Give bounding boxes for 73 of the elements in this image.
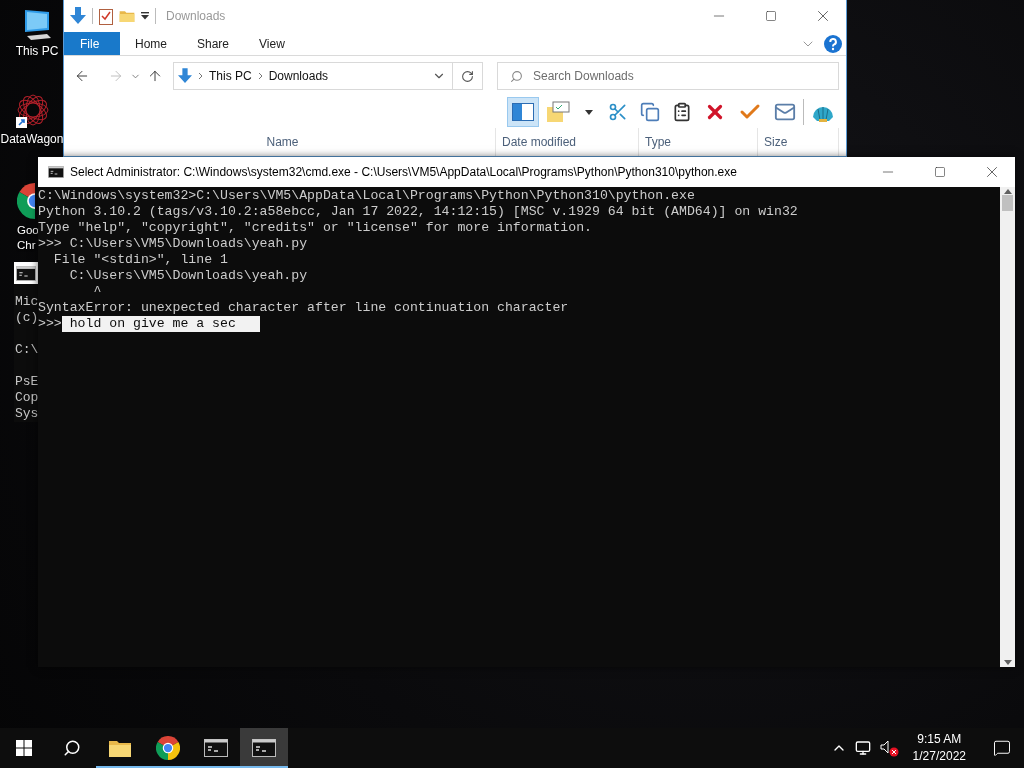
scissors-icon xyxy=(608,102,628,122)
column-header[interactable]: Name xyxy=(64,128,496,156)
column-header[interactable]: Date modified xyxy=(496,128,639,156)
properties-icon[interactable] xyxy=(99,7,113,25)
download-arrow-icon xyxy=(70,7,86,25)
ribbon-tab[interactable]: Home xyxy=(120,32,182,55)
console-line: ^ xyxy=(92,284,102,300)
clipboard-icon xyxy=(672,102,692,122)
scrollbar-thumb[interactable] xyxy=(1002,195,1013,211)
console-line: C:\ xyxy=(14,342,39,358)
maximize-icon[interactable] xyxy=(765,10,777,22)
windows-logo-icon[interactable] xyxy=(16,740,32,756)
console-line: >>> C:\Users\VM5\Downloads\yeah.py xyxy=(38,236,308,252)
copy-icon xyxy=(640,102,660,122)
console-line: Type "help", "copyright", "credits" or "license" for more information. xyxy=(38,220,592,236)
network-icon[interactable] xyxy=(854,740,871,756)
column-header[interactable]: Type xyxy=(639,128,758,156)
console-line: Cop xyxy=(14,390,39,406)
console-line: SyntaxError: unexpected character after line continuation character xyxy=(38,300,569,316)
console-line: File "<stdin>", line 1 xyxy=(52,252,228,268)
selected-text: hold on give me a sec xyxy=(61,316,260,332)
taskbar-app[interactable] xyxy=(240,728,288,768)
caret-icon xyxy=(585,109,593,115)
ribbon-tab[interactable]: View xyxy=(244,32,300,55)
console-line: PsE xyxy=(14,374,39,390)
envelope-icon xyxy=(774,101,796,123)
refresh-icon xyxy=(461,69,474,83)
maximize-icon[interactable] xyxy=(934,166,946,178)
folder-icon[interactable] xyxy=(108,738,132,758)
console-line: Sys xyxy=(14,406,39,422)
console-prompt: >>> xyxy=(38,316,62,332)
download-arrow-icon xyxy=(178,68,192,84)
chrome-icon[interactable] xyxy=(156,736,180,760)
datawagon-icon[interactable] xyxy=(14,94,50,130)
console-line: (c) xyxy=(14,310,39,325)
search-field[interactable]: Search Downloads xyxy=(497,62,839,90)
icon-label: Chr xyxy=(17,238,36,253)
console-line: C:\Users\VM5\Downloads\yeah.py xyxy=(68,268,308,284)
terminal-icon xyxy=(16,265,36,281)
breadcrumb[interactable]: Downloads xyxy=(268,69,329,83)
folder-check-icon xyxy=(546,101,570,123)
up-icon[interactable] xyxy=(147,68,163,84)
preview-pane-icon xyxy=(512,103,534,121)
clock[interactable]: 9:15 AM 1/27/2022 xyxy=(906,731,972,765)
console-line: C:\Windows\system32>C:\Users\VM5\AppData\Local\Programs\Python\Python310\python.exe xyxy=(38,188,695,204)
ribbon-tab[interactable]: Share xyxy=(182,32,245,55)
icon-label: DataWagon xyxy=(0,132,64,147)
search-icon[interactable] xyxy=(63,739,81,757)
search-placeholder: Search Downloads xyxy=(533,69,634,83)
notifications-icon[interactable] xyxy=(993,739,1011,757)
search-icon xyxy=(510,69,523,83)
console-line: Mic xyxy=(14,294,39,310)
scroll-down-icon[interactable] xyxy=(1003,660,1012,665)
console-line: Python 3.10.2 (tags/v3.10.2:a58ebcc, Jan 17 2022, 14:12:15) [MSC v.1929 64 bit (AMD64)] on win32 xyxy=(38,204,798,220)
breadcrumb[interactable]: This PC xyxy=(209,69,252,83)
terminal-icon xyxy=(48,166,64,178)
customize-caret-icon[interactable] xyxy=(141,12,149,20)
back-icon[interactable] xyxy=(74,68,90,84)
icon-label: This PC xyxy=(15,44,59,59)
terminal-icon[interactable] xyxy=(252,739,276,757)
help-icon[interactable] xyxy=(824,34,842,53)
terminal-icon[interactable] xyxy=(204,739,228,757)
window-title: Select Administrator: C:\Windows\system32\cmd.exe - C:\Users\VM5\AppData\Local\Programs\Python\Python310\python.exe xyxy=(70,165,737,179)
file-menu-tab[interactable]: File xyxy=(64,32,120,55)
toolbar-button[interactable] xyxy=(507,97,539,127)
icon-label: Goo xyxy=(17,224,39,238)
scrollbar[interactable] xyxy=(1000,187,1015,667)
chevron-icon xyxy=(198,72,203,80)
column-header[interactable]: Size xyxy=(758,128,839,156)
address-bar[interactable]: This PC Downloads xyxy=(173,62,483,90)
window-title: Downloads xyxy=(166,9,226,23)
muted-speaker-icon[interactable] xyxy=(878,739,899,757)
chevron-icon xyxy=(257,72,263,80)
